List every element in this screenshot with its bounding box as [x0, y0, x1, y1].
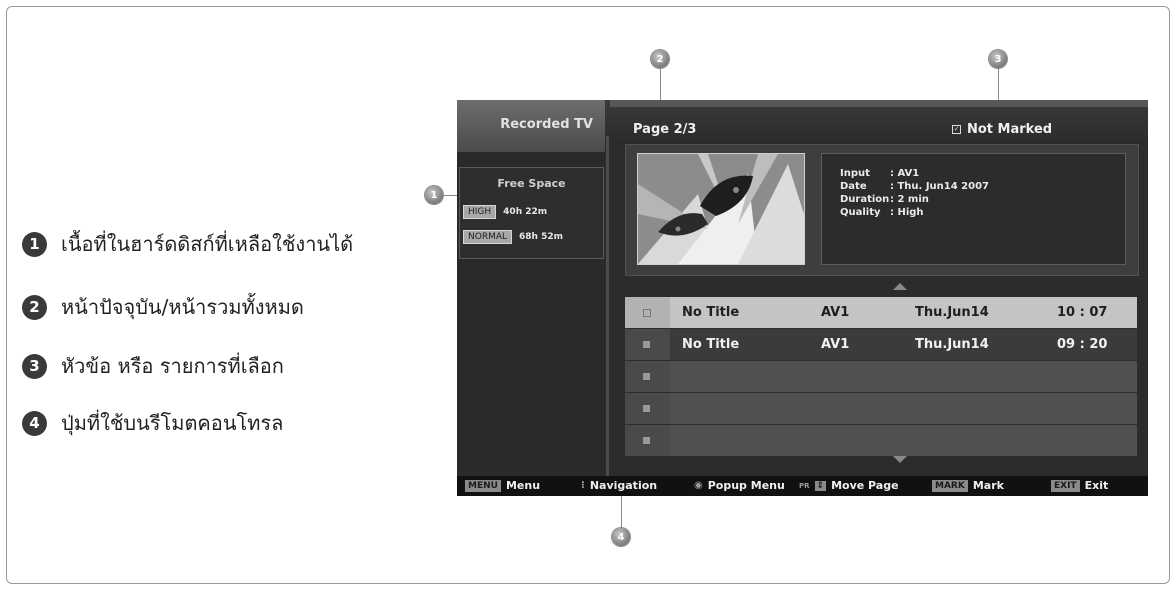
preview-thumbnail [637, 153, 805, 265]
free-space-high: HIGH 40h 22m [463, 205, 547, 219]
move-page-hint[interactable]: PR ⇕ Move Page [799, 479, 899, 492]
quality-badge-normal: NORMAL [463, 230, 513, 244]
page-indicator: Page 2/3 [633, 122, 697, 137]
mark-key-icon: MARK [932, 479, 968, 492]
list-item-empty[interactable] [625, 425, 1137, 456]
item-date: Thu.Jun14 [915, 305, 989, 320]
list-item-empty[interactable] [625, 393, 1137, 424]
header-edge [610, 100, 1148, 107]
legend-text: หน้าปัจจุบัน/หน้ารวมทั้งหมด [61, 295, 304, 319]
recording-info-panel: Input : AV1 Date : Thu. Jun14 2007 Durat… [821, 153, 1126, 265]
free-time-normal: 68h 52m [519, 232, 563, 242]
mark-checkbox[interactable] [625, 329, 670, 360]
free-space-normal: NORMAL 68h 52m [463, 230, 563, 244]
item-input: AV1 [821, 337, 850, 352]
legend-number: 2 [22, 294, 47, 320]
checkbox-icon: ✓ [952, 125, 961, 134]
list-item[interactable]: No Title AV1 Thu.Jun14 09 : 20 [625, 329, 1137, 360]
mark-checkbox[interactable] [625, 393, 670, 424]
ok-button-icon: ◉ [694, 480, 703, 491]
menu-key-icon: MENU [465, 479, 501, 492]
updown-arrow-icon: ⁝ [581, 480, 585, 491]
legend-text: เนื้อที่ในฮาร์ดดิสก์ที่เหลือใช้งานได้ [61, 232, 354, 256]
mark-checkbox[interactable] [625, 297, 670, 328]
navigation-hint[interactable]: ⁝ Navigation [581, 479, 657, 492]
legend-item-2: 2 หน้าปัจจุบัน/หน้ารวมทั้งหมด [22, 289, 442, 325]
item-time: 10 : 07 [1057, 305, 1108, 320]
exit-key-hint[interactable]: EXIT Exit [1051, 479, 1108, 492]
scroll-down-icon[interactable] [893, 456, 907, 463]
mark-status: ✓ Not Marked [952, 122, 1052, 137]
menu-key-hint[interactable]: MENU Menu [465, 479, 540, 492]
legend-number: 3 [22, 353, 47, 379]
mark-checkbox[interactable] [625, 361, 670, 392]
pr-key-icon: PR [799, 481, 810, 490]
legend-item-4: 4 ปุ่มที่ใช้บนรีโมตคอนโทรล [22, 405, 442, 441]
callout-4-marker: 4 [612, 528, 630, 546]
item-title: No Title [682, 337, 740, 352]
info-quality: Quality : High [840, 207, 924, 218]
list-item-empty[interactable] [625, 361, 1137, 392]
recorded-tv-screen: Recorded TV Page 2/3 ✓ Not Marked Free S… [457, 100, 1148, 496]
item-date: Thu.Jun14 [915, 337, 989, 352]
free-time-high: 40h 22m [503, 207, 548, 217]
mark-status-label: Not Marked [967, 122, 1053, 137]
legend-number: 1 [22, 231, 47, 257]
mark-checkbox[interactable] [625, 425, 670, 456]
info-date: Date : Thu. Jun14 2007 [840, 181, 990, 192]
info-input: Input : AV1 [840, 168, 920, 179]
callout-2-marker: 2 [651, 50, 669, 68]
remote-key-bar: MENU Menu ⁝ Navigation ◉ Popup Menu PR ⇕… [457, 476, 1148, 496]
recorded-tv-tab[interactable]: Recorded TV [457, 100, 605, 152]
legend-item-1: 1 เนื้อที่ในฮาร์ดดิสก์ที่เหลือใช้งานได้ [22, 226, 442, 262]
legend-text: หัวข้อ หรือ รายการที่เลือก [61, 354, 284, 378]
panel-divider [606, 136, 609, 476]
quality-badge-high: HIGH [463, 205, 497, 219]
recordings-list: No Title AV1 Thu.Jun14 10 : 07 No Title … [625, 297, 1137, 457]
popup-menu-hint[interactable]: ◉ Popup Menu [694, 479, 785, 492]
item-input: AV1 [821, 305, 850, 320]
mark-key-hint[interactable]: MARK Mark [932, 479, 1004, 492]
legend-number: 4 [22, 410, 47, 436]
free-space-panel: Free Space HIGH 40h 22m NORMAL 68h 52m [459, 167, 604, 259]
item-time: 09 : 20 [1057, 337, 1108, 352]
item-title: No Title [682, 305, 740, 320]
callout-3-marker: 3 [989, 50, 1007, 68]
callout-1-marker: 1 [425, 186, 443, 204]
free-space-title: Free Space [497, 177, 566, 190]
page-updown-icon: ⇕ [814, 480, 827, 491]
legend-item-3: 3 หัวข้อ หรือ รายการที่เลือก [22, 348, 442, 384]
butterfly-flower-image [638, 154, 804, 264]
exit-key-icon: EXIT [1051, 479, 1080, 492]
list-item[interactable]: No Title AV1 Thu.Jun14 10 : 07 [625, 297, 1137, 328]
tab-title: Recorded TV [500, 117, 593, 132]
scroll-up-icon[interactable] [893, 283, 907, 290]
legend-text: ปุ่มที่ใช้บนรีโมตคอนโทรล [61, 411, 284, 435]
info-duration: Duration : 2 min [840, 194, 929, 205]
